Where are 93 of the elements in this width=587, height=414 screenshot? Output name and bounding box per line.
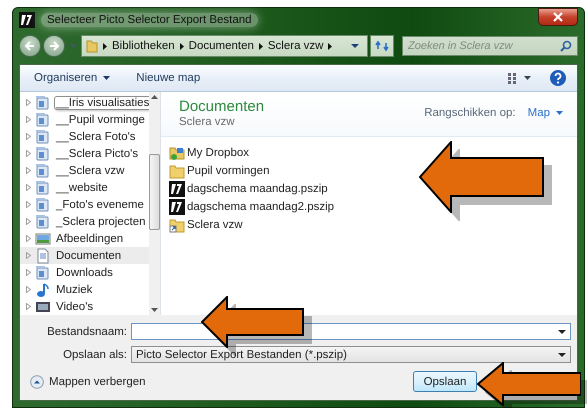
caret-icon	[103, 76, 110, 80]
dropdown-caret-icon[interactable]	[351, 44, 359, 48]
sidebar-item[interactable]: __Sclera vzw	[54, 164, 126, 178]
breadcrumb-arrow-icon[interactable]	[328, 42, 332, 50]
save-as-type-label: Opslaan als:	[62, 348, 127, 360]
library-icon	[35, 214, 51, 230]
close-button[interactable]	[538, 8, 578, 26]
sidebar-item[interactable]: Downloads	[54, 266, 115, 280]
sidebar-item[interactable]: __Sclera Foto's	[54, 130, 138, 144]
landscape-picture-icon	[35, 230, 51, 246]
folder-icon	[169, 163, 185, 179]
document-icon	[35, 248, 51, 264]
music-note-icon	[35, 282, 51, 298]
expand-arrow-icon[interactable]	[26, 133, 31, 140]
forward-button[interactable]	[43, 35, 65, 57]
organize-menu-button[interactable]: Organiseren	[34, 72, 110, 84]
back-arrow-icon	[24, 40, 36, 52]
collapse-icon	[30, 374, 44, 388]
expand-arrow-icon[interactable]	[26, 150, 31, 157]
expand-arrow-icon[interactable]	[26, 252, 31, 259]
expand-arrow-icon[interactable]	[26, 167, 31, 174]
arrange-by-label: Rangschikken op:	[424, 107, 516, 119]
scroll-up-icon[interactable]	[151, 95, 158, 99]
scroll-down-icon[interactable]	[151, 308, 158, 312]
sidebar-item[interactable]: __Pupil vorminge	[54, 112, 147, 126]
search-box[interactable]: Zoeken in Sclera vzw	[402, 36, 578, 56]
library-icon	[35, 264, 51, 280]
breadcrumb[interactable]: Documenten	[188, 40, 254, 52]
view-grid-icon	[507, 72, 533, 84]
library-icon	[35, 112, 51, 128]
expand-arrow-icon[interactable]	[26, 303, 31, 310]
refresh-arrows-icon	[375, 40, 389, 52]
app-logo-icon	[19, 12, 35, 28]
library-icon	[35, 196, 51, 212]
sidebar-item[interactable]: Video's	[54, 300, 96, 314]
scrollbar[interactable]	[149, 92, 160, 315]
window-title: Selecteer Picto Selector Export Bestand	[41, 13, 258, 27]
library-subtitle: Sclera vzw	[179, 116, 236, 128]
search-field[interactable]: Zoeken in Sclera vzw	[408, 40, 560, 52]
sidebar-item[interactable]: __Iris visualisaties	[54, 96, 149, 110]
breadcrumb-arrow-icon[interactable]	[180, 42, 184, 50]
expand-arrow-icon[interactable]	[26, 116, 31, 123]
file-item[interactable]: My Dropbox	[187, 147, 249, 159]
folder-icon	[169, 145, 185, 161]
sidebar-item[interactable]: _Foto's eveneme	[54, 198, 146, 212]
help-button[interactable]	[549, 69, 567, 87]
expand-arrow-icon[interactable]	[26, 235, 31, 242]
caret-icon	[556, 111, 563, 115]
breadcrumb-arrow-icon[interactable]	[258, 42, 263, 50]
sidebar-item[interactable]: __Sclera Picto's	[54, 146, 140, 160]
new-folder-button[interactable]: Nieuwe map	[136, 72, 200, 84]
expand-arrow-icon[interactable]	[26, 218, 31, 225]
folder-icon	[86, 39, 98, 53]
sidebar-item[interactable]: _Sclera projecten	[54, 214, 148, 228]
back-button[interactable]	[19, 35, 41, 57]
save-as-type-dropdown[interactable]: Picto Selector Export Bestanden (*.pszip)	[131, 346, 571, 363]
view-options-button[interactable]	[507, 72, 533, 84]
app-logo-icon	[169, 181, 185, 197]
hide-folders-button[interactable]: Mappen verbergen	[30, 374, 146, 388]
breadcrumb[interactable]: Sclera vzw	[268, 40, 324, 52]
expand-arrow-icon[interactable]	[26, 269, 31, 276]
close-icon	[552, 12, 564, 22]
dropdown-caret-icon[interactable]	[558, 330, 566, 334]
help-icon	[549, 69, 567, 87]
sidebar-item[interactable]: Muziek	[54, 282, 94, 296]
file-item[interactable]: Pupil vormingen	[187, 165, 270, 177]
file-item[interactable]: dagschema maandag.pszip	[187, 183, 328, 195]
search-icon[interactable]	[560, 40, 572, 52]
library-icon	[35, 162, 51, 178]
expand-arrow-icon[interactable]	[26, 184, 31, 191]
file-item[interactable]: Sclera vzw	[187, 219, 243, 231]
file-item[interactable]: dagschema maandag2.pszip	[187, 201, 334, 213]
refresh-button[interactable]	[370, 35, 394, 57]
app-logo-icon	[169, 199, 185, 215]
save-button[interactable]: Opslaan	[413, 371, 477, 392]
library-title: Documenten	[179, 98, 266, 115]
breadcrumb-arrow-icon[interactable]	[103, 42, 107, 50]
sidebar-item[interactable]: __website	[54, 180, 110, 194]
dropdown-caret-icon	[558, 352, 566, 356]
sidebar-item[interactable]: Afbeeldingen	[54, 232, 126, 246]
library-icon	[35, 180, 51, 196]
forward-arrow-icon	[48, 40, 60, 52]
library-icon	[35, 128, 51, 144]
arrange-by-dropdown[interactable]: Map	[528, 107, 563, 119]
library-icon	[35, 146, 51, 162]
filename-label: Bestandsnaam:	[46, 326, 127, 338]
address-bar[interactable]: Bibliotheken Documenten Sclera vzw	[81, 35, 368, 57]
library-icon	[35, 94, 51, 110]
breadcrumb[interactable]: Bibliotheken	[112, 40, 175, 52]
expand-arrow-icon[interactable]	[26, 99, 31, 106]
expand-arrow-icon[interactable]	[26, 286, 31, 293]
folder-shortcut-icon	[169, 217, 185, 233]
expand-arrow-icon[interactable]	[26, 201, 31, 208]
